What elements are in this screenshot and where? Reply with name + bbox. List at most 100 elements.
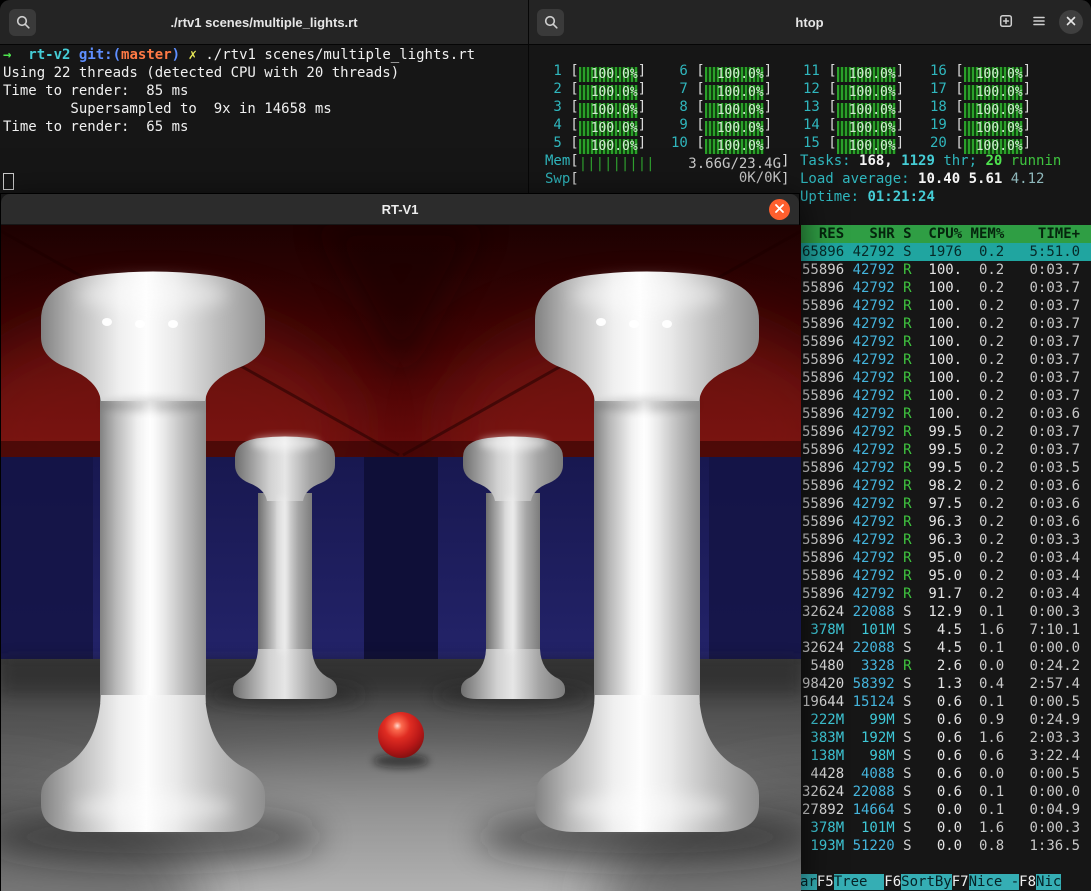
process-row[interactable]: 27892 14664 S 0.0 0.1 0:04.9 [800, 801, 1091, 819]
process-row[interactable]: 32624 22088 S 0.6 0.1 0:00.0 [800, 783, 1091, 801]
status-line: Uptime: 01:21:24 [800, 189, 935, 205]
process-row[interactable]: 55896 42792 R 95.0 0.2 0:03.4 [800, 549, 1091, 567]
terminal-pane-header: ./rtv1 scenes/multiple_lights.rt [0, 0, 528, 44]
process-row[interactable]: 55896 42792 R 91.7 0.2 0:03.4 [800, 585, 1091, 603]
cpu-meter: 11[100.0%] [803, 63, 905, 82]
close-button[interactable] [1059, 10, 1083, 34]
swap-meter: Swp[0K/0K] [545, 170, 790, 188]
fkey-label: Nice - [968, 874, 1020, 890]
process-row[interactable]: 55896 42792 R 98.2 0.2 0:03.6 [800, 477, 1091, 495]
terminal-cursor [3, 173, 14, 190]
process-row[interactable]: 55896 42792 R 97.5 0.2 0:03.6 [800, 495, 1091, 513]
cpu-meter: 7[100.0%] [679, 81, 773, 100]
rtv1-window: RT-V1 [0, 193, 801, 891]
new-tab-button[interactable] [993, 9, 1019, 35]
process-row[interactable]: 55896 42792 R 100. 0.2 0:03.7 [800, 369, 1091, 387]
process-row[interactable]: 32624 22088 S 12.9 0.1 0:00.3 [800, 603, 1091, 621]
process-row[interactable]: 55896 42792 R 99.5 0.2 0:03.7 [800, 441, 1091, 459]
fkey-label: Nic [1036, 874, 1062, 890]
cpu-meter: 12[100.0%] [803, 81, 905, 100]
shell-prompt-line: → rt-v2 git:(master) ✗ ./rtv1 scenes/mul… [3, 47, 476, 63]
new-tab-icon [998, 13, 1014, 32]
process-row[interactable]: 55896 42792 R 96.3 0.2 0:03.3 [800, 531, 1091, 549]
terminal-title: ./rtv1 scenes/multiple_lights.rt [170, 14, 358, 30]
process-table-body: 65896 42792 S 1976 0.2 5:51.0 55896 42792 R 100. 0… [800, 243, 1091, 855]
cpu-meter: 2[100.0%] [553, 81, 647, 100]
process-row[interactable]: 138M 98M S 0.6 0.6 3:22.4 [800, 747, 1091, 765]
cpu-meter: 5[100.0%] [553, 135, 647, 154]
fkey-label: SortBy [901, 874, 952, 890]
process-row[interactable]: 55896 42792 R 100. 0.2 0:03.7 [800, 261, 1091, 279]
process-row[interactable]: 55896 42792 R 99.5 0.2 0:03.7 [800, 423, 1091, 441]
cpu-meter: 8[100.0%] [679, 99, 773, 118]
cpu-meter: 10[100.0%] [671, 135, 773, 154]
wall-door-panel [364, 457, 438, 659]
cpu-meter-column: 1[100.0%] 2[100.0%] 3[100.0%] 4[100.0%] 5[10… [545, 62, 647, 154]
rtv1-titlebar[interactable]: RT-V1 [1, 194, 799, 225]
cpu-meter: 9[100.0%] [679, 117, 773, 136]
cpu-meter: 17[100.0%] [930, 81, 1032, 100]
process-row[interactable]: 5480 3328 R 2.6 0.0 0:24.2 [800, 657, 1091, 675]
rtv1-close-button[interactable] [769, 198, 790, 220]
fkey-key: F5 [816, 874, 834, 890]
rtv1-render-view [1, 225, 801, 891]
process-row[interactable]: 55896 42792 R 96.3 0.2 0:03.6 [800, 513, 1091, 531]
process-row[interactable]: 55896 42792 R 100. 0.2 0:03.7 [800, 333, 1091, 351]
process-row[interactable]: 55896 42792 R 100. 0.2 0:03.7 [800, 315, 1091, 333]
headerbar: ./rtv1 scenes/multiple_lights.rt htop [0, 0, 1091, 45]
search-button[interactable] [9, 8, 36, 36]
process-row[interactable]: 55896 42792 R 100. 0.2 0:03.7 [800, 351, 1091, 369]
rtv1-window-title: RT-V1 [381, 201, 419, 217]
process-row[interactable]: 32624 22088 S 4.5 0.1 0:00.0 [800, 639, 1091, 657]
process-row[interactable]: 193M 51220 S 0.0 0.8 1:36.5 [800, 837, 1091, 855]
function-key-bar: arF5Tree F6SortByF7Nice -F8Nic [800, 873, 1091, 891]
header-actions [993, 0, 1083, 44]
process-row[interactable]: 378M 101M S 4.5 1.6 7:10.1 [800, 621, 1091, 639]
fkey-label: ar [800, 874, 817, 890]
cpu-meter: 20[100.0%] [930, 135, 1032, 154]
cpu-meter: 14[100.0%] [803, 117, 905, 136]
cpu-meter: 15[100.0%] [803, 135, 905, 154]
cpu-meter: 1[100.0%] [553, 63, 647, 82]
htop-pane-header: htop [528, 0, 1091, 44]
cpu-meter-column: 16[100.0%] 17[100.0%] 18[100.0%] 19[100.0%]… [930, 62, 1032, 154]
fkey-key: F6 [884, 874, 902, 890]
cpu-meter: 16[100.0%] [930, 63, 1032, 82]
process-row[interactable]: 383M 192M S 0.6 1.6 2:03.3 [800, 729, 1091, 747]
process-row[interactable]: 55896 42792 R 100. 0.2 0:03.7 [800, 279, 1091, 297]
process-row[interactable]: 19644 15124 S 0.6 0.1 0:00.5 [800, 693, 1091, 711]
process-table-header[interactable]: RES SHR S CPU% MEM% TIME+ [800, 225, 1091, 243]
cursor-line [3, 172, 528, 190]
fkey-key: F7 [951, 874, 969, 890]
process-row[interactable]: 55896 42792 R 95.0 0.2 0:03.4 [800, 567, 1091, 585]
process-row[interactable]: 65896 42792 S 1976 0.2 5:51.0 [800, 243, 1091, 261]
menu-button[interactable] [1026, 9, 1052, 35]
cpu-meter: 13[100.0%] [803, 99, 905, 118]
search-icon [543, 14, 559, 30]
status-line: Load average: 10.40 5.61 4.12 [800, 171, 1045, 187]
console-window: ./rtv1 scenes/multiple_lights.rt htop → … [0, 0, 1091, 891]
process-row[interactable]: 55896 42792 R 100. 0.2 0:03.7 [800, 387, 1091, 405]
process-row[interactable]: 55896 42792 R 100. 0.2 0:03.6 [800, 405, 1091, 423]
close-icon [1065, 15, 1077, 30]
cpu-meter-column: 6[100.0%] 7[100.0%] 8[100.0%] 9[100.0%] 10[1… [671, 62, 773, 154]
close-icon [774, 202, 785, 217]
search-button-htop[interactable] [537, 8, 564, 36]
process-row[interactable]: 55896 42792 R 99.5 0.2 0:03.5 [800, 459, 1091, 477]
process-row[interactable]: 222M 99M S 0.6 0.9 0:24.9 [800, 711, 1091, 729]
fkey-label: Tree [833, 874, 885, 890]
status-line: Tasks: 168, 1129 thr; 20 runnin [800, 153, 1062, 169]
process-table: RES SHR S CPU% MEM% TIME+ 65896 42792 S 1976 0.2 5… [800, 225, 1091, 855]
process-row[interactable]: 378M 101M S 0.0 1.6 0:00.3 [800, 819, 1091, 837]
search-icon [15, 14, 31, 30]
process-row[interactable]: 4428 4088 S 0.6 0.0 0:00.5 [800, 765, 1091, 783]
raytraced-scene [1, 225, 801, 891]
cpu-meter: 18[100.0%] [930, 99, 1032, 118]
cpu-meter: 3[100.0%] [553, 99, 647, 118]
process-row[interactable]: 98420 58392 S 1.3 0.4 2:57.4 [800, 675, 1091, 693]
cpu-meter: 19[100.0%] [930, 117, 1032, 136]
terminal-output: Using 22 threads (detected CPU with 20 t… [3, 65, 400, 135]
process-row[interactable]: 55896 42792 R 100. 0.2 0:03.7 [800, 297, 1091, 315]
cpu-meter-column: 11[100.0%] 12[100.0%] 13[100.0%] 14[100.0%]… [803, 62, 905, 154]
memory-meter: Mem[||||||||| 3.66G/23.4G] [545, 153, 790, 172]
